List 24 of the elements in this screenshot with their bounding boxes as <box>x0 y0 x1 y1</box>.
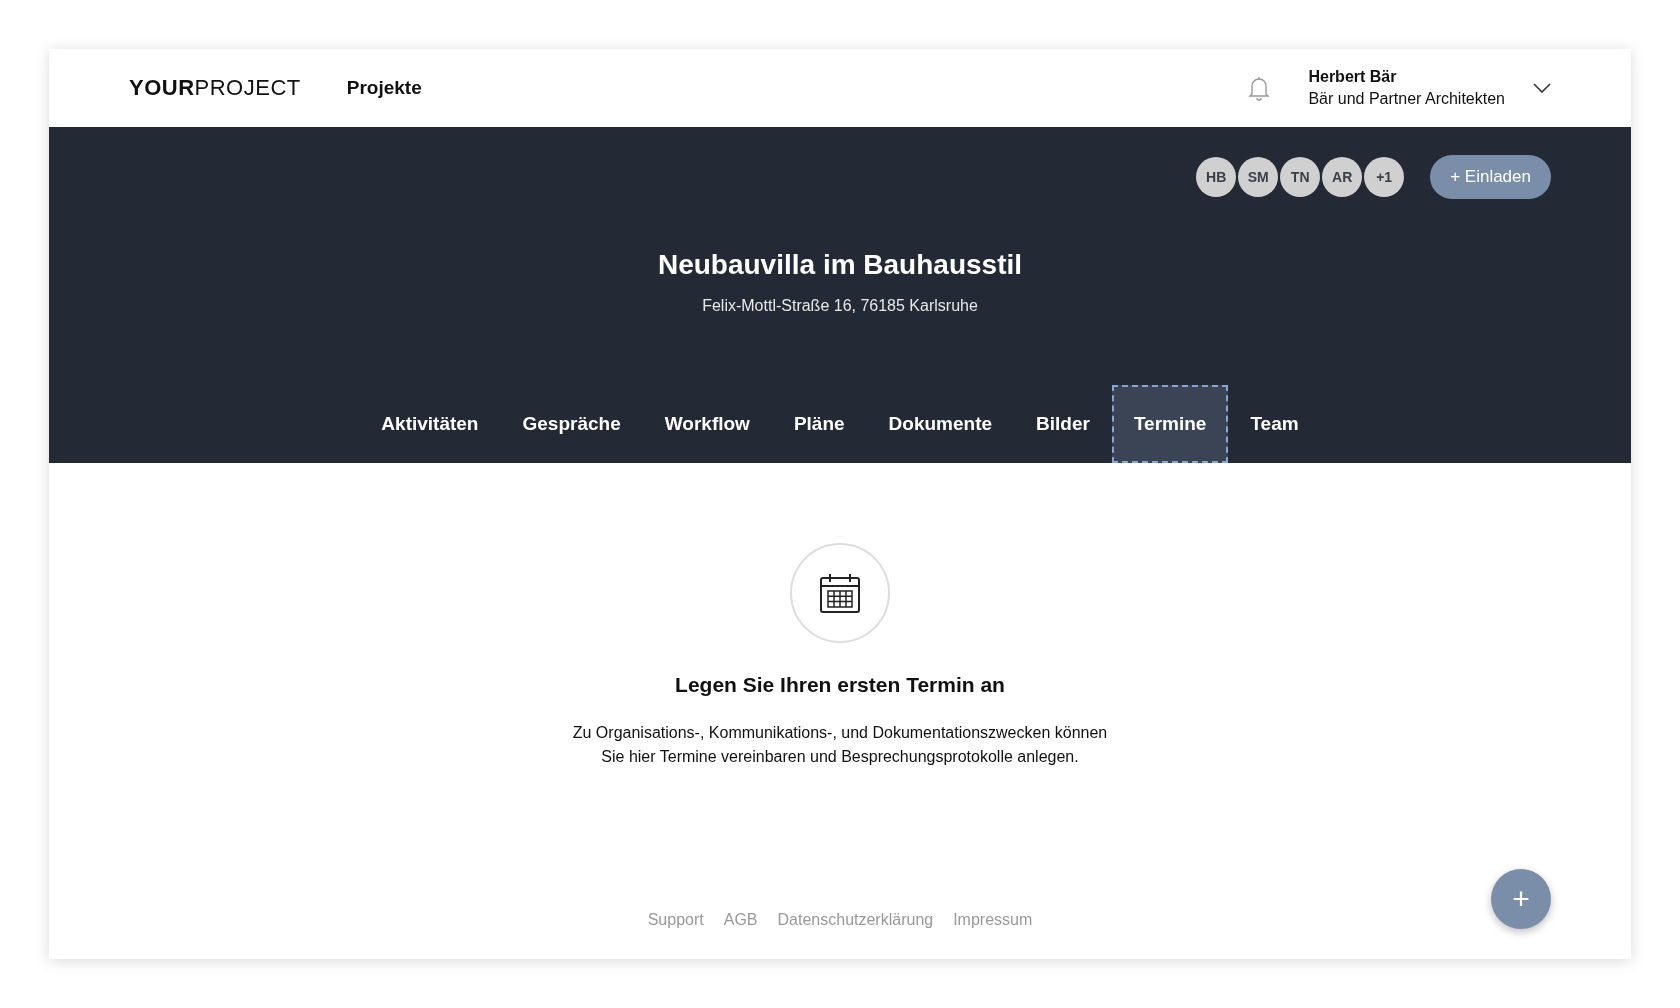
user-name: Herbert Bär <box>1308 68 1398 86</box>
logo: YOURPROJECT <box>129 75 301 101</box>
calendar-icon <box>818 571 862 615</box>
user-company: Bär und Partner Architekten <box>1308 90 1505 108</box>
member-avatar[interactable]: TN <box>1280 157 1321 197</box>
member-avatar[interactable]: +1 <box>1364 157 1405 197</box>
empty-state-heading: Legen Sie Ihren ersten Termin an <box>675 673 1005 697</box>
tab[interactable]: Termine <box>1111 385 1229 463</box>
tab[interactable]: Workflow <box>642 385 772 463</box>
member-avatar[interactable]: SM <box>1238 157 1279 197</box>
project-title: Neubauvilla im Bauhausstil <box>657 249 1023 281</box>
member-avatar[interactable]: HB <box>1196 157 1237 197</box>
chevron-down-icon[interactable] <box>1533 83 1551 93</box>
empty-state-text: Zu Organisations-, Kommunikations-, und Dokumentationszwecken können Sie hier Termine vereinbaren und Besprechungsprotokolle anlegen. <box>572 723 1108 767</box>
tab[interactable]: Gespräche <box>500 385 643 463</box>
tab[interactable]: Team <box>1228 385 1321 463</box>
project-address: Felix-Mottl-Straße 16, 76185 Karlsruhe <box>702 297 978 315</box>
nav-link[interactable]: Projekte <box>346 77 422 99</box>
bell-icon[interactable] <box>1248 75 1271 101</box>
tab[interactable]: Pläne <box>771 385 867 463</box>
member-avatar[interactable]: AR <box>1322 157 1363 197</box>
tab[interactable]: Dokumente <box>866 385 1015 463</box>
tab[interactable]: Bilder <box>1014 385 1112 463</box>
tab[interactable]: Aktivitäten <box>359 385 501 463</box>
